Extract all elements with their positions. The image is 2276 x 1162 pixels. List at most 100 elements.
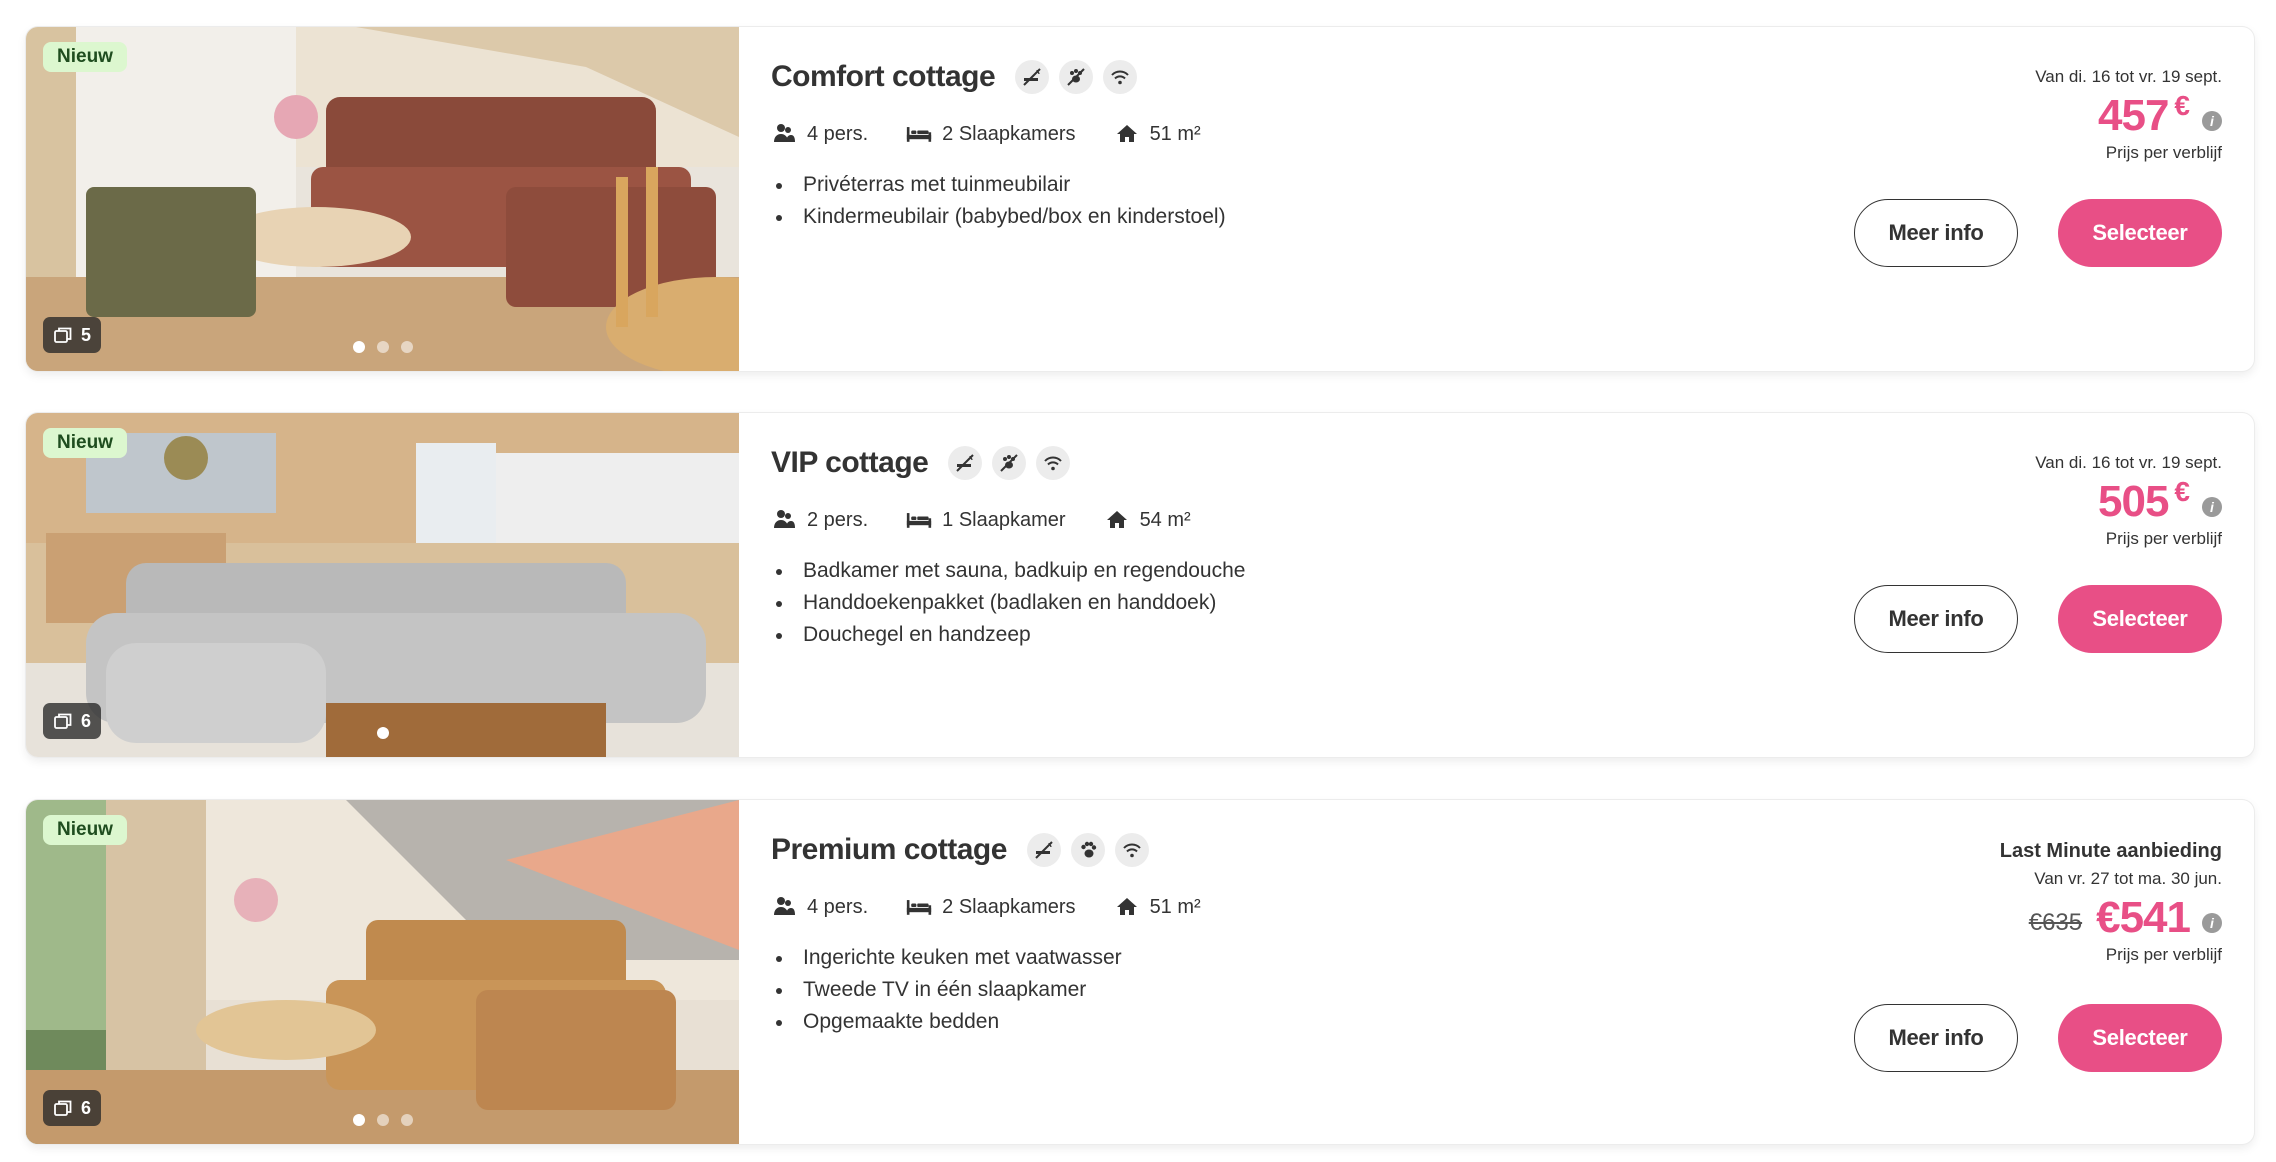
info-icon[interactable]: i xyxy=(2202,497,2222,517)
no-smoking-icon xyxy=(948,446,983,480)
feature-item: Privéterras met tuinmeubilair xyxy=(771,169,1671,201)
no-pets-icon xyxy=(992,446,1027,480)
features-list: Privéterras met tuinmeubilair Kindermeub… xyxy=(771,169,1671,233)
feature-item: Tweede TV in één slaapkamer xyxy=(771,974,1671,1006)
select-button[interactable]: Selecteer xyxy=(2058,1004,2222,1072)
living-room-photo xyxy=(26,413,739,757)
carousel-dot[interactable] xyxy=(376,341,389,353)
new-badge: Nieuw xyxy=(43,815,127,845)
more-info-button[interactable]: Meer info xyxy=(1854,199,2018,267)
amenity-icons xyxy=(1026,833,1149,867)
photo-carousel[interactable]: Nieuw 6 xyxy=(26,800,739,1144)
price-currency: € xyxy=(2174,90,2190,121)
card-actions: Meer info Selecteer xyxy=(1854,585,2222,653)
feature-item: Handdoekenpakket (badlaken en handdoek) xyxy=(771,587,1671,619)
last-minute-label: Last Minute aanbieding xyxy=(1999,840,2222,862)
house-icon xyxy=(1116,125,1137,142)
no-smoking-icon xyxy=(1015,60,1050,94)
carousel-dot[interactable] xyxy=(352,1114,365,1126)
spec-bedrooms: 2 Slaapkamers xyxy=(906,894,1076,920)
wifi-icon xyxy=(1036,446,1071,480)
spec-bedrooms: 2 Slaapkamers xyxy=(906,121,1076,147)
accommodation-card: Nieuw 5 Comfort cottage 4 pers. 2 Slaapk… xyxy=(26,27,2254,371)
carousel-dots xyxy=(26,341,739,353)
select-button[interactable]: Selecteer xyxy=(2058,585,2222,653)
price: €541 xyxy=(2096,893,2191,942)
persons-icon xyxy=(774,897,795,915)
house-icon xyxy=(1106,511,1127,528)
select-button[interactable]: Selecteer xyxy=(2058,199,2222,267)
stay-dates: Van di. 16 tot vr. 19 sept. xyxy=(2035,453,2222,472)
feature-item: Badkamer met sauna, badkuip en regendouc… xyxy=(771,555,1671,587)
wifi-icon xyxy=(1114,833,1149,867)
bedrooms-label: 2 Slaapkamers xyxy=(942,122,1076,145)
price-note: Prijs per verblijf xyxy=(2105,529,2222,548)
price-column: Van di. 16 tot vr. 19 sept. 457 € i Prij… xyxy=(1702,67,2222,163)
spec-persons: 2 pers. xyxy=(771,507,868,533)
more-info-button[interactable]: Meer info xyxy=(1854,1004,2018,1072)
persons-icon xyxy=(774,510,795,528)
feature-item: Ingerichte keuken met vaatwasser xyxy=(771,942,1671,974)
stay-dates: Van vr. 27 tot ma. 30 jun. xyxy=(2034,869,2222,888)
price-column: Van di. 16 tot vr. 19 sept. 505 € i Prij… xyxy=(1702,453,2222,549)
amenity-icons xyxy=(948,446,1071,480)
spec-area: 51 m² xyxy=(1114,894,1201,920)
spec-area: 51 m² xyxy=(1114,121,1201,147)
specs-row: 4 pers. 2 Slaapkamers 51 m² xyxy=(771,121,1671,147)
spec-area: 54 m² xyxy=(1104,507,1191,533)
card-actions: Meer info Selecteer xyxy=(1854,199,2222,267)
features-list: Ingerichte keuken met vaatwasser Tweede … xyxy=(771,942,1671,1038)
living-room-photo xyxy=(26,800,739,1144)
accommodation-list: Nieuw 5 Comfort cottage 4 pers. 2 Slaapk… xyxy=(0,0,2276,1162)
no-pets-icon xyxy=(1059,60,1094,94)
specs-row: 4 pers. 2 Slaapkamers 51 m² xyxy=(771,894,1671,920)
persons-label: 2 pers. xyxy=(807,508,869,531)
bed-icon xyxy=(907,127,932,142)
info-icon[interactable]: i xyxy=(2202,913,2222,933)
house-icon xyxy=(1116,898,1137,915)
old-price: €635 xyxy=(2028,909,2083,936)
wifi-icon xyxy=(1103,60,1138,94)
amenity-icons xyxy=(1015,60,1138,94)
spec-persons: 4 pers. xyxy=(771,121,868,147)
living-room-photo xyxy=(26,27,739,371)
card-info: Premium cottage 4 pers. 2 Slaapkamers 51… xyxy=(771,828,1671,1038)
bedrooms-label: 2 Slaapkamers xyxy=(942,895,1076,918)
accommodation-card: Nieuw 6 VIP cottage 2 pers. 1 Slaapkamer… xyxy=(26,413,2254,757)
price-currency: € xyxy=(2174,476,2190,507)
card-actions: Meer info Selecteer xyxy=(1854,1004,2222,1072)
new-badge: Nieuw xyxy=(43,428,127,458)
accommodation-card: Nieuw 6 Premium cottage 4 pers. 2 Slaapk… xyxy=(26,800,2254,1144)
specs-row: 2 pers. 1 Slaapkamer 54 m² xyxy=(771,507,1671,533)
price: 505 xyxy=(2098,477,2169,526)
bed-icon xyxy=(907,900,932,915)
carousel-dots xyxy=(26,727,739,739)
price: 457 xyxy=(2098,91,2169,140)
info-icon[interactable]: i xyxy=(2202,111,2222,131)
features-list: Badkamer met sauna, badkuip en regendouc… xyxy=(771,555,1671,651)
bed-icon xyxy=(907,513,932,528)
card-info: VIP cottage 2 pers. 1 Slaapkamer 54 m² B… xyxy=(771,441,1671,651)
carousel-dot[interactable] xyxy=(400,341,413,353)
persons-icon xyxy=(774,124,795,142)
no-smoking-icon xyxy=(1026,833,1061,867)
more-info-button[interactable]: Meer info xyxy=(1854,585,2018,653)
carousel-dot[interactable] xyxy=(376,1114,389,1126)
carousel-dot[interactable] xyxy=(376,727,389,739)
area-label: 54 m² xyxy=(1139,508,1191,531)
carousel-dot[interactable] xyxy=(352,341,365,353)
feature-item: Opgemaakte bedden xyxy=(771,1006,1671,1038)
cottage-title[interactable]: Premium cottage xyxy=(771,833,1007,867)
feature-item: Douchegel en handzeep xyxy=(771,619,1671,651)
price-note: Prijs per verblijf xyxy=(2105,945,2222,964)
spec-persons: 4 pers. xyxy=(771,894,868,920)
spec-bedrooms: 1 Slaapkamer xyxy=(906,507,1066,533)
area-label: 51 m² xyxy=(1149,122,1201,145)
persons-label: 4 pers. xyxy=(807,122,869,145)
cottage-title[interactable]: Comfort cottage xyxy=(771,60,996,94)
photo-carousel[interactable]: Nieuw 5 xyxy=(26,27,739,371)
cottage-title[interactable]: VIP cottage xyxy=(771,446,929,480)
stay-dates: Van di. 16 tot vr. 19 sept. xyxy=(2035,67,2222,86)
carousel-dot[interactable] xyxy=(400,1114,413,1126)
photo-carousel[interactable]: Nieuw 6 xyxy=(26,413,739,757)
